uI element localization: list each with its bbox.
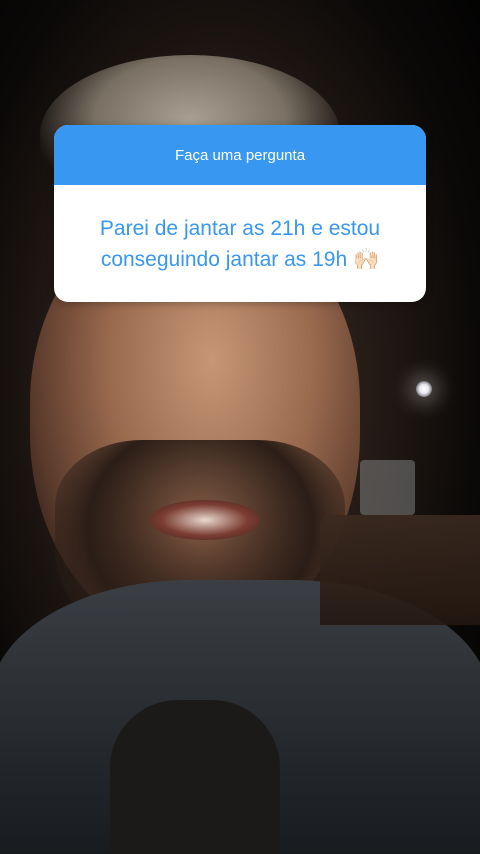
question-sticker-header: Faça uma pergunta — [54, 125, 426, 185]
mouth-shape — [150, 500, 260, 540]
story-viewer[interactable]: Faça uma pergunta Parei de jantar as 21h… — [0, 0, 480, 854]
question-text-line-1: Parei de jantar as 21h e estou — [99, 216, 381, 240]
question-sticker-body: Parei de jantar as 21h e estou conseguin… — [54, 185, 426, 302]
shirt-shape — [110, 700, 280, 854]
streetlight-glow — [416, 381, 432, 397]
question-text: Parei de jantar as 21h e estou conseguin… — [100, 213, 380, 275]
question-sticker[interactable]: Faça uma pergunta Parei de jantar as 21h… — [54, 125, 426, 302]
background-wall — [360, 460, 415, 515]
question-sticker-title: Faça uma pergunta — [174, 146, 306, 164]
car-interior-edge — [320, 515, 480, 625]
question-text-line-2: conseguindo jantar as 19h 🙌🏻 — [100, 247, 380, 271]
